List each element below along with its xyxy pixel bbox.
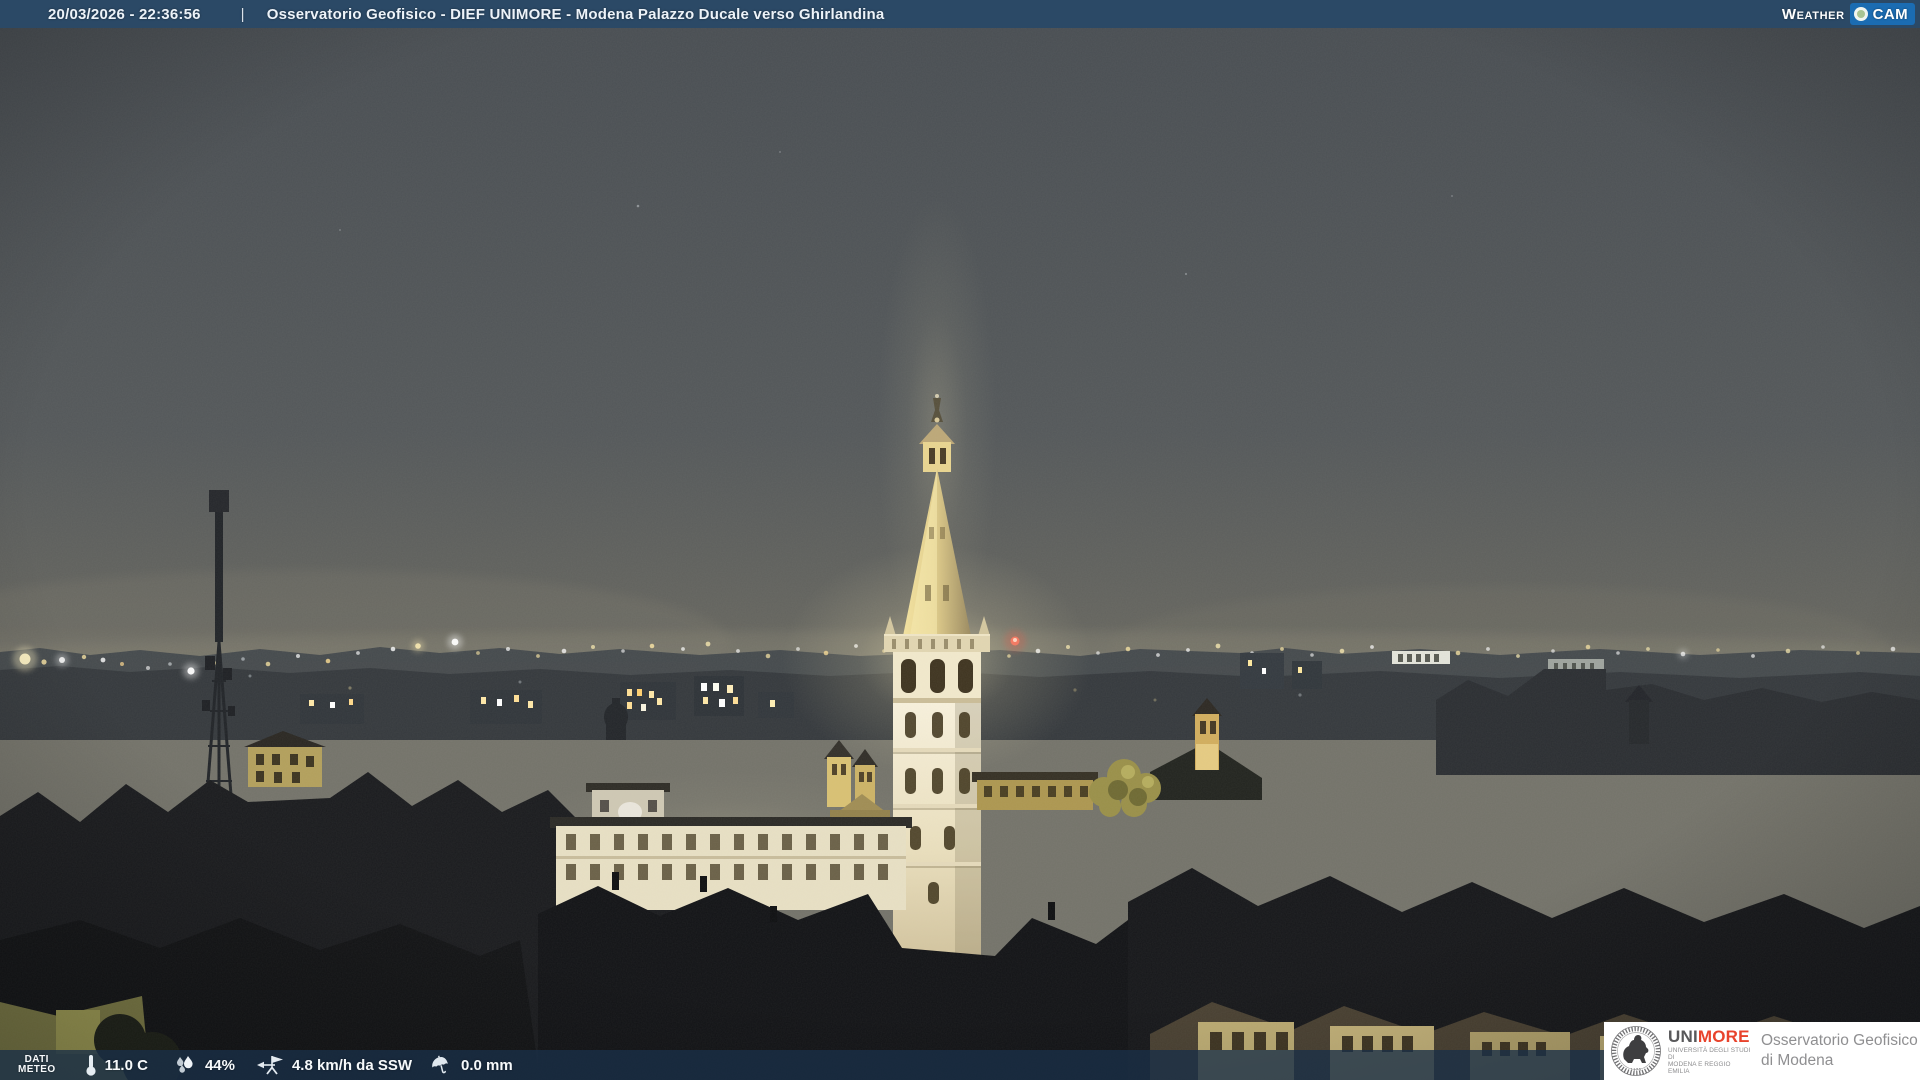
vignette bbox=[0, 0, 1920, 1080]
precipitation-item: 0.0 mm bbox=[430, 1055, 513, 1075]
separator: | bbox=[240, 5, 245, 23]
observatory-line2: di Modena bbox=[1761, 1052, 1834, 1069]
thermometer-icon bbox=[85, 1055, 96, 1076]
unimore-seal-icon: 1175 bbox=[1611, 1026, 1661, 1076]
cam-badge: CAM bbox=[1849, 3, 1915, 25]
webcam-photo bbox=[0, 0, 1920, 1080]
datetime-label: 20/03/2026 - 22:36:56 bbox=[48, 5, 201, 23]
humidity-item: 44% bbox=[174, 1055, 235, 1075]
temperature-value: 11.0 C bbox=[104, 1056, 148, 1074]
wind-value: 4.8 km/h da SSW bbox=[291, 1056, 413, 1074]
wind-vane-icon bbox=[256, 1056, 283, 1075]
observatory-line1: Osservatorio Geofisico bbox=[1761, 1032, 1918, 1049]
humidity-value: 44% bbox=[204, 1056, 235, 1074]
weathercam-initial: W bbox=[1781, 5, 1797, 23]
camera-title: Osservatorio Geofisico - DIEF UNIMORE - … bbox=[266, 5, 885, 23]
precipitation-value: 0.0 mm bbox=[461, 1056, 513, 1074]
unimore-logo-panel: 1175 UNIMORE UNIVERSITÀ DEGLI STUDI DI M… bbox=[1604, 1022, 1920, 1080]
cam-dot-icon bbox=[1853, 7, 1868, 21]
umbrella-icon bbox=[432, 1055, 448, 1074]
observatory-name: Osservatorio Geofisico di Modena bbox=[1761, 1031, 1918, 1071]
university-line2: MODENA E REGGIO EMILIA bbox=[1668, 1060, 1731, 1075]
unimore-uni: UNI bbox=[1668, 1026, 1698, 1046]
unimore-wordmark-block: UNIMORE UNIVERSITÀ DEGLI STUDI DI MODENA… bbox=[1668, 1028, 1752, 1075]
unimore-more: MORE bbox=[1697, 1026, 1750, 1046]
webcam-frame: 20/03/2026 - 22:36:56 | Osservatorio Geo… bbox=[0, 0, 1920, 1080]
weathercam-wordmark: WEATHER bbox=[1782, 6, 1845, 23]
unimore-wordmark: UNIMORE bbox=[1668, 1028, 1752, 1045]
top-info-bar: 20/03/2026 - 22:36:56 | Osservatorio Geo… bbox=[0, 0, 1920, 28]
university-name: UNIVERSITÀ DEGLI STUDI DI MODENA E REGGI… bbox=[1668, 1047, 1752, 1075]
seal-year: 1175 bbox=[1631, 1067, 1642, 1072]
university-line1: UNIVERSITÀ DEGLI STUDI DI bbox=[1668, 1046, 1751, 1061]
weathercam-rest: EATHER bbox=[1796, 9, 1845, 22]
dati-meteo-label: DATI METEO bbox=[18, 1055, 56, 1075]
cam-label: CAM bbox=[1872, 5, 1908, 23]
wind-item: 4.8 km/h da SSW bbox=[255, 1054, 412, 1076]
humidity-icon bbox=[176, 1056, 193, 1073]
dati-meteo-line2: METEO bbox=[18, 1064, 56, 1075]
temperature-item: 11.0 C bbox=[84, 1053, 148, 1077]
weathercam-logo: WEATHER CAM bbox=[1782, 0, 1915, 28]
